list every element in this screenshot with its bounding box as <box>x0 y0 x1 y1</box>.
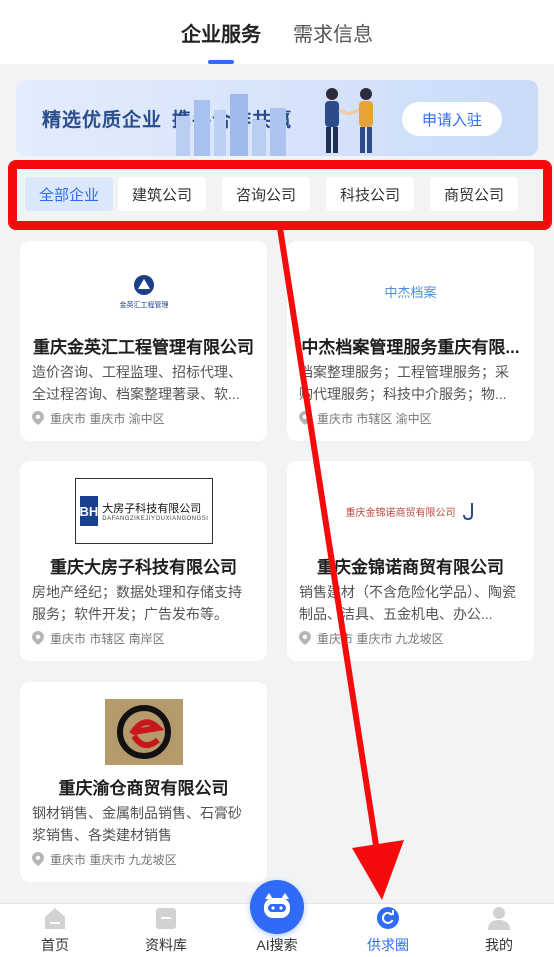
category-chip-construction[interactable]: 建筑公司 <box>118 177 207 211</box>
company-logo: BH 大房子科技有限公司 DAFANGZIKEJIYOUXIANGONGSI <box>20 475 267 547</box>
category-chip-technology[interactable]: 科技公司 <box>326 177 415 211</box>
nav-home[interactable]: 首页 <box>5 904 105 957</box>
company-description: 钢材销售、金属制品销售、石膏砂浆销售、各类建材销售 <box>32 805 242 843</box>
category-chip-trade[interactable]: 商贸公司 <box>430 177 519 211</box>
city-buildings-illustration <box>176 94 286 156</box>
company-location: 重庆市 重庆市 渝中区 <box>32 409 165 427</box>
company-description: 造价咨询、工程监理、招标代理、全过程咨询、档案整理著录、软... <box>32 364 242 402</box>
company-location: 重庆市 市辖区 南岸区 <box>32 629 165 647</box>
nav-profile-label: 我的 <box>485 937 513 953</box>
location-pin-icon <box>299 411 311 425</box>
company-logo: 金英汇工程管理 <box>20 255 267 327</box>
company-location-text: 重庆市 重庆市 渝中区 <box>50 411 165 426</box>
jinjinnuo-logo-mark <box>462 503 473 521</box>
company-location: 重庆市 市辖区 渝中区 <box>299 409 432 427</box>
location-pin-icon <box>299 631 311 645</box>
company-name: 重庆金英汇工程管理有限公司 <box>33 338 254 357</box>
company-card[interactable]: 中杰档案 中杰档案管理服务重庆有限... 档案整理服务；工程管理服务；采购代理服… <box>287 241 534 441</box>
handshake-people-illustration <box>325 88 373 153</box>
company-description: 档案整理服务；工程管理服务；采购代理服务；科技中介服务；物... <box>299 364 509 402</box>
company-logo: 重庆金锦诺商贸有限公司 <box>287 475 534 547</box>
company-location-text: 重庆市 市辖区 南岸区 <box>50 631 165 646</box>
company-logo <box>20 696 267 768</box>
company-description: 销售建材（不含危险化学品）、陶瓷制品、洁具、五金机电、办公... <box>299 584 516 622</box>
apply-join-button[interactable]: 申请入驻 <box>402 102 502 136</box>
location-pin-icon <box>32 411 44 425</box>
yucang-logo-mark <box>116 705 171 759</box>
company-location-text: 重庆市 重庆市 九龙坡区 <box>50 852 177 867</box>
nav-library-label: 资料库 <box>145 937 187 953</box>
jinyinghui-logo: 金英汇工程管理 <box>119 275 168 309</box>
location-pin-icon <box>32 631 44 645</box>
user-icon <box>488 907 510 930</box>
dafangzi-logo: BH 大房子科技有限公司 DAFANGZIKEJIYOUXIANGONGSI <box>74 478 213 544</box>
category-chip-consulting[interactable]: 咨询公司 <box>222 177 311 211</box>
location-pin-icon <box>32 852 44 866</box>
company-location: 重庆市 重庆市 九龙坡区 <box>299 629 444 647</box>
company-card[interactable]: 重庆渝仓商贸有限公司 钢材销售、金属制品销售、石膏砂浆销售、各类建材销售 重庆市… <box>20 682 267 882</box>
refresh-circle-icon <box>377 907 399 929</box>
banner-slogan-1: 精选优质企业 <box>42 109 163 131</box>
company-location: 重庆市 重庆市 九龙坡区 <box>32 850 177 868</box>
company-name: 重庆渝仓商贸有限公司 <box>58 779 229 798</box>
company-name: 重庆金锦诺商贸有限公司 <box>317 558 504 577</box>
dafangzi-logo-text: 大房子科技有限公司 <box>102 503 202 515</box>
company-card[interactable]: 重庆金锦诺商贸有限公司 重庆金锦诺商贸有限公司 销售建材（不含危险化学品）、陶瓷… <box>287 461 534 661</box>
top-tab-bar: 企业服务 需求信息 <box>0 0 554 64</box>
yucang-logo <box>104 699 183 765</box>
company-logo: 中杰档案 <box>287 255 534 327</box>
company-card[interactable]: 金英汇工程管理 重庆金英汇工程管理有限公司 造价咨询、工程监理、招标代理、全过程… <box>20 241 267 441</box>
category-filter-bar: 全部企业 建筑公司 咨询公司 科技公司 商贸公司 <box>8 160 552 230</box>
tab-enterprise-services[interactable]: 企业服务 <box>181 0 261 64</box>
jinjinnuo-logo: 重庆金锦诺商贸有限公司 <box>346 501 476 521</box>
robot-icon <box>264 893 290 918</box>
ai-assistant-button[interactable] <box>250 880 304 934</box>
company-description: 房地产经纪；数据处理和存储支持服务；软件开发；广告发布等。 <box>32 584 242 622</box>
company-location-text: 重庆市 市辖区 渝中区 <box>317 411 432 426</box>
dafangzi-logo-mark: BH <box>79 496 99 526</box>
jinjinnuo-logo-text: 重庆金锦诺商贸有限公司 <box>345 507 456 519</box>
nav-supply-demand[interactable]: 供求圈 <box>338 904 438 957</box>
nav-supply-demand-label: 供求圈 <box>367 937 409 953</box>
nav-profile[interactable]: 我的 <box>449 904 549 957</box>
folder-icon <box>156 908 176 929</box>
company-name: 中杰档案管理服务重庆有限... <box>301 338 520 357</box>
company-name: 重庆大房子科技有限公司 <box>50 558 237 577</box>
dafangzi-logo-subtext: DAFANGZIKEJIYOUXIANGONGSI <box>102 516 209 522</box>
nav-ai-search-label: AI搜索 <box>256 937 298 953</box>
company-card[interactable]: BH 大房子科技有限公司 DAFANGZIKEJIYOUXIANGONGSI 重… <box>20 461 267 661</box>
category-chip-all[interactable]: 全部企业 <box>25 177 114 211</box>
zhongjie-logo-text: 中杰档案 <box>384 285 437 301</box>
home-icon <box>45 908 65 929</box>
nav-library[interactable]: 资料库 <box>116 904 216 957</box>
company-location-text: 重庆市 重庆市 九龙坡区 <box>317 631 444 646</box>
nav-home-label: 首页 <box>41 937 69 953</box>
tab-demand-info[interactable]: 需求信息 <box>293 0 373 64</box>
promo-banner: 精选优质企业 携手合作共赢 申请入驻 <box>16 80 538 156</box>
jinyinghui-logo-text: 金英汇工程管理 <box>119 300 168 309</box>
